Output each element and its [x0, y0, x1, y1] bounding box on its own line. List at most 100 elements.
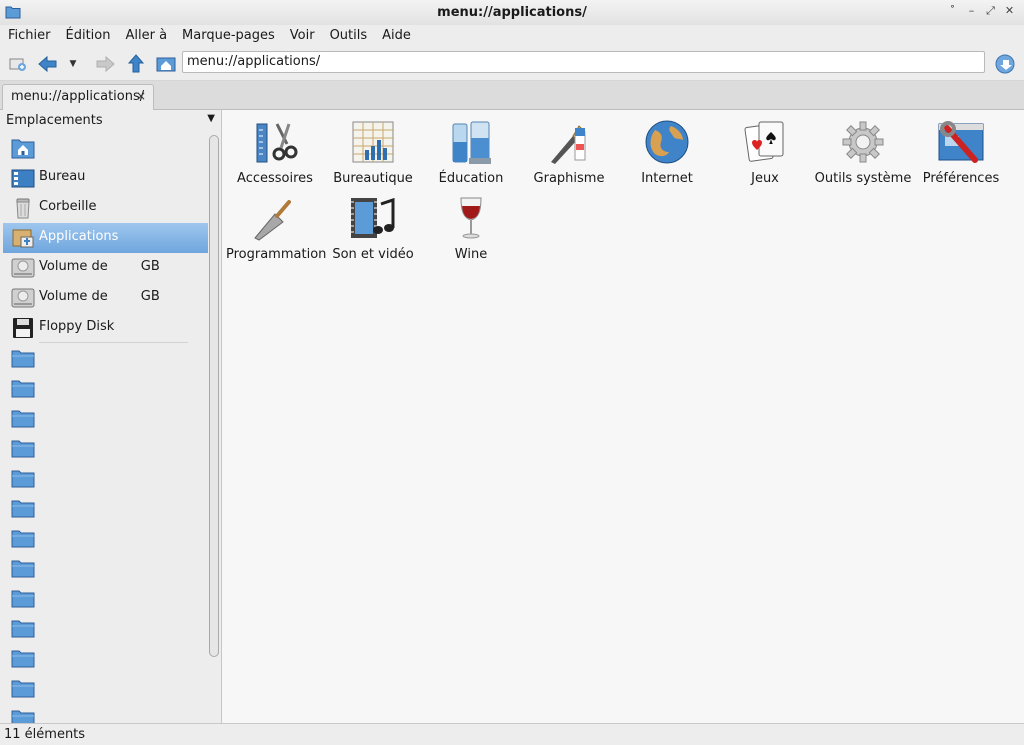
bookmark-folder[interactable] [3, 643, 208, 673]
trash-icon [16, 198, 30, 219]
graphics-icon [551, 125, 586, 164]
status-bar: 11 éléments [0, 723, 1024, 745]
tab-bar: menu://applications/ × [0, 81, 1024, 110]
app-category-preferences[interactable]: Préférences [912, 114, 1010, 188]
place-applications[interactable]: Applications [3, 223, 208, 253]
toolbar: ▼ menu://applications/ [0, 48, 1024, 81]
back-arrow-icon [38, 55, 57, 73]
folder-icon [11, 380, 35, 398]
window-controls: ˚ – ⤢ ✕ [946, 4, 1016, 18]
games-icon [744, 121, 784, 162]
title-bar: menu://applications/ ˚ – ⤢ ✕ [0, 0, 1024, 26]
accessories-icon [256, 123, 298, 163]
location-input[interactable]: menu://applications/ [182, 51, 985, 73]
bookmark-folder[interactable] [3, 583, 208, 613]
bookmark-folder[interactable] [3, 553, 208, 583]
app-category-jeux[interactable]: Jeux [716, 114, 814, 188]
tab-label: menu://applications/ [11, 89, 145, 104]
bookmark-folder[interactable] [3, 703, 208, 723]
app-category-bureautique[interactable]: Bureautique [324, 114, 422, 188]
sidebar-pane-selector[interactable]: Emplacements ▼ [0, 110, 221, 132]
applications-icon [12, 229, 34, 248]
go-arrow-icon [995, 54, 1015, 74]
menu-voir[interactable]: Voir [282, 25, 322, 45]
place-floppy[interactable]: Floppy Disk [3, 313, 208, 343]
close-window-button[interactable]: ✕ [1003, 4, 1016, 18]
menu-outils[interactable]: Outils [322, 25, 375, 45]
drive-icon [11, 258, 35, 278]
menu-marque-pages[interactable]: Marque-pages [174, 25, 282, 45]
app-category-son-et-video[interactable]: Son et vidéo [324, 190, 422, 264]
go-button[interactable] [993, 54, 1017, 74]
folder-icon [11, 350, 35, 368]
up-button[interactable] [126, 54, 146, 74]
app-category-label: Wine [454, 247, 488, 262]
app-category-internet[interactable]: Internet [618, 114, 716, 188]
system-tools-icon [842, 121, 884, 163]
scrollbar-thumb[interactable] [209, 135, 219, 657]
app-category-education[interactable]: Éducation [422, 114, 520, 188]
place-corbeille[interactable]: Corbeille [3, 193, 208, 223]
folder-icon [11, 470, 35, 488]
app-category-label: Son et vidéo [332, 247, 414, 262]
folder-icon [11, 680, 35, 698]
app-category-graphisme[interactable]: Graphisme [520, 114, 618, 188]
home-button[interactable] [156, 54, 176, 74]
maximize-button[interactable]: ⤢ [984, 4, 997, 18]
app-category-label: Éducation [438, 171, 504, 186]
file-view: Accessoires Bureautique Éducation Graphi… [222, 110, 1024, 723]
app-category-label: Programmation [226, 247, 327, 262]
bookmark-folder[interactable] [3, 463, 208, 493]
menu-aide[interactable]: Aide [374, 25, 418, 45]
app-category-label: Accessoires [237, 171, 313, 186]
bookmark-folder[interactable] [3, 493, 208, 523]
chevron-down-icon: ▼ [69, 59, 77, 69]
app-category-label: Outils système [814, 171, 912, 186]
menu-fichier[interactable]: Fichier [0, 25, 58, 45]
place-label: Floppy Disk [39, 319, 115, 334]
back-button[interactable] [38, 54, 58, 74]
app-category-wine[interactable]: Wine [422, 190, 520, 264]
drive-icon [11, 288, 35, 308]
history-dropdown-button[interactable]: ▼ [66, 54, 80, 74]
bookmarks-list [3, 343, 208, 723]
folder-icon [11, 500, 35, 518]
close-icon[interactable]: × [136, 89, 146, 103]
app-category-outils-systeme[interactable]: Outils système [814, 114, 912, 188]
home-icon [156, 57, 176, 72]
minimize-button[interactable]: – [965, 4, 978, 18]
place-bureau[interactable]: Bureau [3, 163, 208, 193]
place-volume-1[interactable]: Volume de GB [3, 253, 208, 283]
bookmark-folder[interactable] [3, 343, 208, 373]
up-arrow-icon [127, 54, 145, 73]
place-volume-2[interactable]: Volume de GB [3, 283, 208, 313]
status-text: 11 éléments [4, 727, 86, 742]
bookmark-folder[interactable] [3, 673, 208, 703]
app-category-programmation[interactable]: Programmation [226, 190, 327, 264]
menu-bar: Fichier Édition Aller à Marque-pages Voir Out… [0, 25, 1024, 47]
folder-icon [11, 620, 35, 638]
menu-aller-a[interactable]: Aller à [117, 25, 174, 45]
bookmark-folder[interactable] [3, 523, 208, 553]
forward-button[interactable] [95, 54, 115, 74]
shade-button[interactable]: ˚ [946, 4, 959, 18]
menu-edition[interactable]: Édition [58, 25, 118, 45]
home-icon [11, 139, 35, 159]
folder-icon [11, 650, 35, 668]
app-category-label: Graphisme [533, 171, 605, 186]
new-tab-button[interactable] [8, 54, 28, 74]
bookmark-folder[interactable] [3, 373, 208, 403]
folder-icon [11, 530, 35, 548]
floppy-icon [13, 318, 33, 338]
preferences-icon [938, 121, 984, 163]
tab-applications[interactable]: menu://applications/ × [2, 84, 154, 110]
bookmark-folder[interactable] [3, 403, 208, 433]
sidebar-scrollbar[interactable] [208, 133, 220, 723]
chevron-down-icon: ▼ [207, 113, 215, 124]
bookmark-folder[interactable] [3, 433, 208, 463]
place-home[interactable] [3, 133, 208, 163]
place-label: Corbeille [39, 199, 97, 214]
app-category-accessoires[interactable]: Accessoires [226, 114, 324, 188]
desktop-icon [11, 169, 35, 188]
bookmark-folder[interactable] [3, 613, 208, 643]
